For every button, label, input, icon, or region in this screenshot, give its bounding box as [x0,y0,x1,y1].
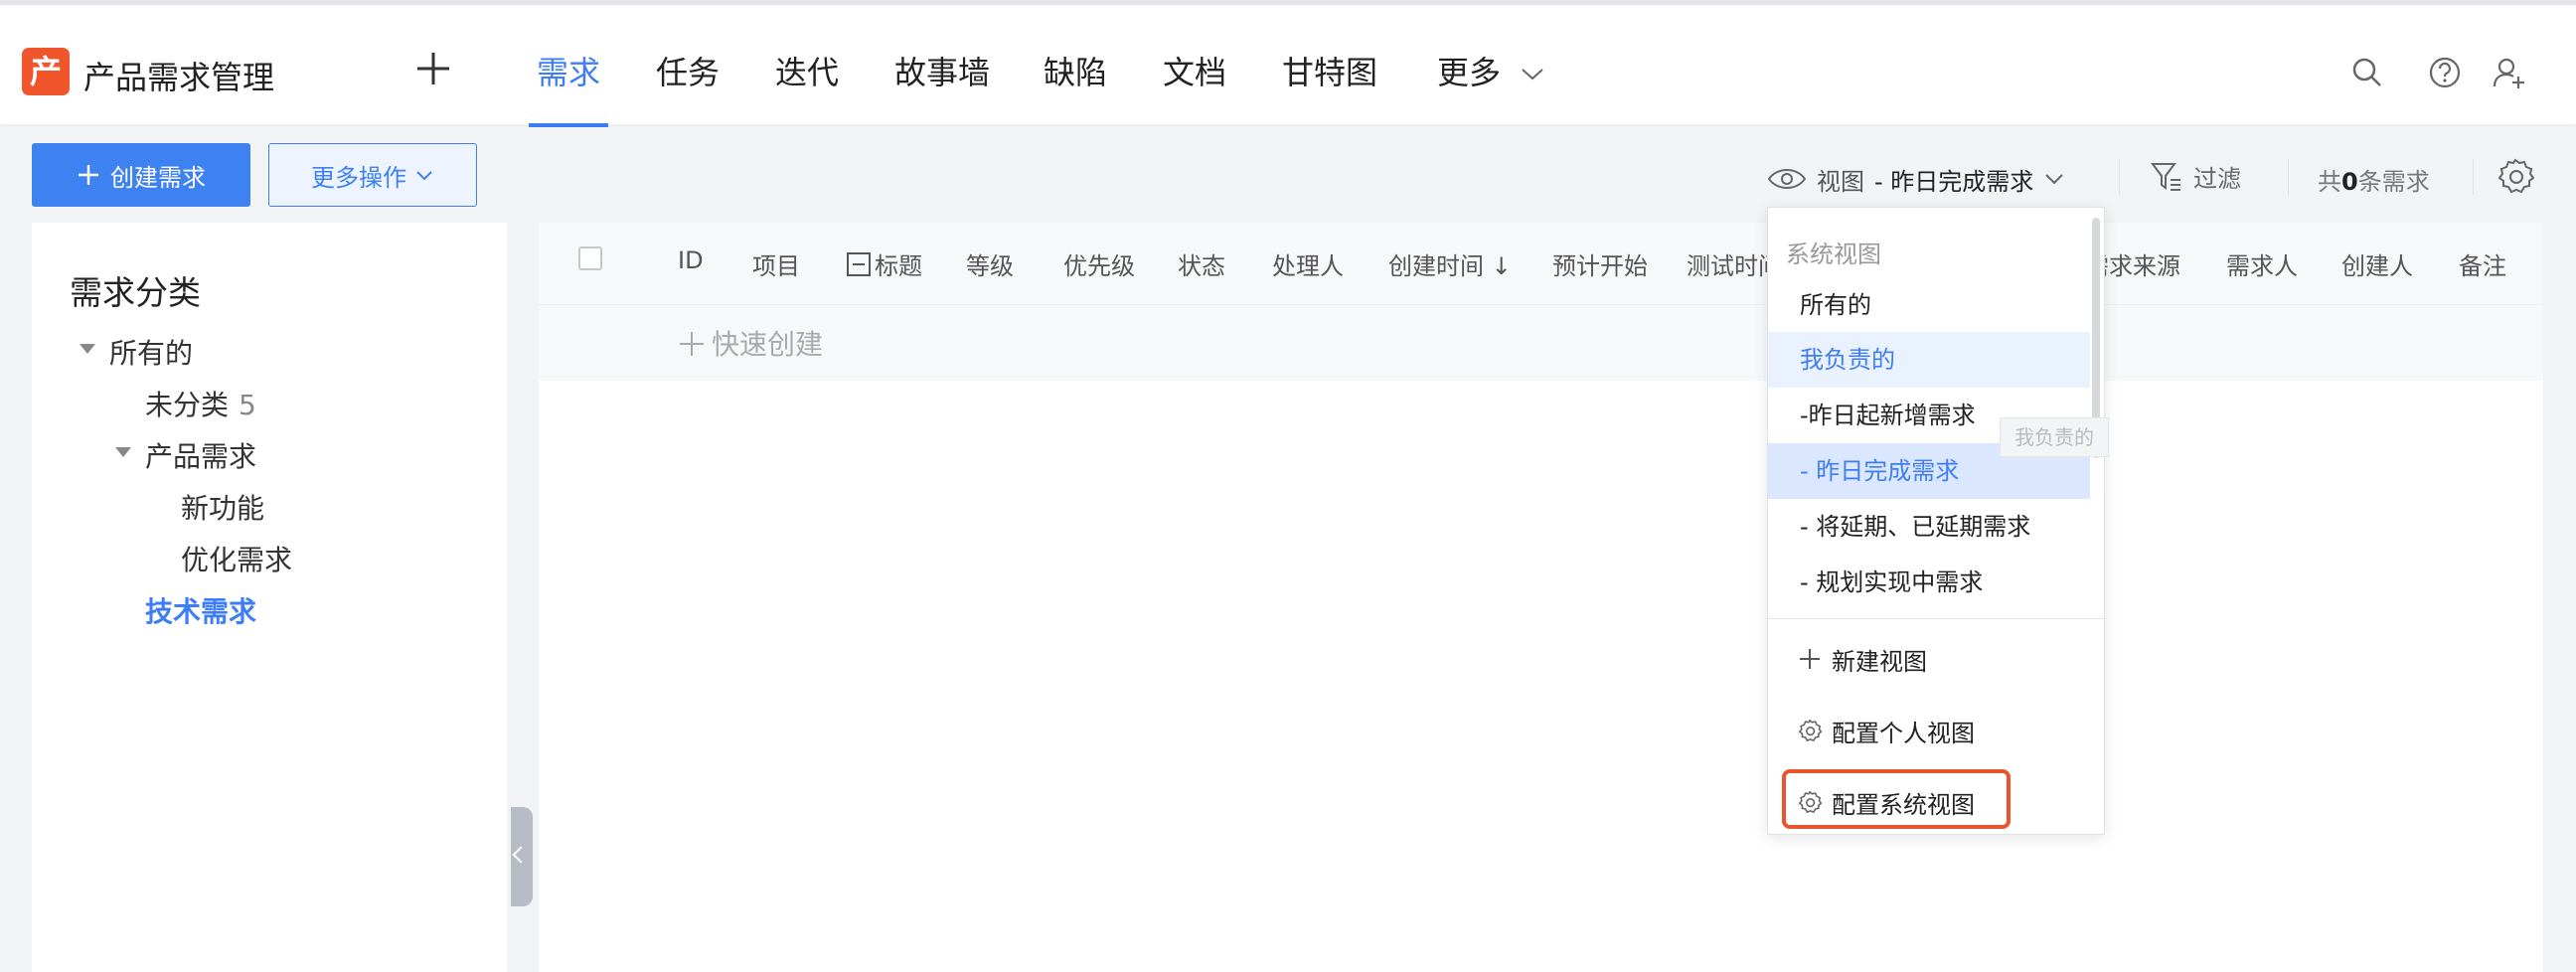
gear-icon[interactable] [2496,157,2534,195]
quick-create-button[interactable]: 快速创建 [678,323,823,363]
top-bar: 产 产品需求管理 需求 任务 迭代 故事墙 缺陷 文档 甘特图 更多 [0,5,2576,127]
col-priority[interactable]: 优先级 [1063,246,1135,281]
nav-tab-docs[interactable]: 文档 [1163,48,1226,93]
col-id[interactable]: ID [678,246,704,274]
help-icon[interactable] [2427,55,2463,90]
config-personal-view-label: 配置个人视图 [1832,719,1975,747]
plus-icon [1800,649,1820,669]
nav-more-label: 更多 [1437,54,1502,91]
view-option-all[interactable]: 所有的 [1768,277,2090,333]
more-actions-label: 更多操作 [311,163,406,192]
view-current-value: - 昨日完成需求 [1874,167,2034,196]
caret-down-icon[interactable] [115,447,131,457]
caret-down-icon[interactable] [80,344,95,354]
tree-item-product[interactable]: 产品需求 [145,435,256,475]
count-value: 0 [2341,168,2358,196]
nav-tab-requirements[interactable]: 需求 [537,48,600,93]
nav-tab-story-wall[interactable]: 故事墙 [894,48,990,93]
count-suffix: 条需求 [2357,168,2430,196]
new-view-button[interactable]: 新建视图 [1798,639,1927,679]
count-prefix: 共 [2318,168,2341,196]
filter-button[interactable]: 过滤 [2150,159,2241,194]
tree-item-count: 5 [239,389,256,421]
more-actions-button[interactable]: 更多操作 [268,143,477,207]
create-requirement-label: 创建需求 [110,163,206,192]
config-personal-view-button[interactable]: 配置个人视图 [1798,711,1975,750]
col-title[interactable]: 标题 [847,246,922,281]
category-sidebar: 需求分类 所有的 未分类 5 产品需求 新功能 优化需求 技术需求 [32,223,507,972]
view-option-tooltip: 我负责的 [2000,417,2109,457]
nav-tab-iterations[interactable]: 迭代 [775,48,839,93]
dropdown-group-label: 系统视图 [1786,241,1881,268]
col-project[interactable]: 项目 [752,246,800,281]
requirements-table: ID 项目 标题 等级 优先级 状态 处理人 创建时间 ↓ 预计开始 测试时间 … [539,223,2543,972]
chevron-down-icon [416,171,432,181]
select-all-checkbox[interactable] [578,246,602,270]
highlight-annotation [1782,769,2011,829]
nav-tab-more[interactable]: 更多 [1437,48,1546,93]
tree-item-all[interactable]: 所有的 [109,332,193,372]
nav-tab-gantt[interactable]: 甘特图 [1282,48,1377,93]
nav-tab-tasks[interactable]: 任务 [656,48,720,93]
col-title-label: 标题 [875,252,922,280]
sidebar-collapse-handle[interactable] [511,807,533,906]
tree-item-optimization[interactable]: 优化需求 [181,539,292,578]
quick-create-row[interactable]: 快速创建 [539,304,2543,381]
quick-create-label: 快速创建 [712,328,824,361]
tree-item-technical[interactable]: 技术需求 [145,590,256,630]
add-project-icon[interactable] [413,49,453,88]
gear-icon [1798,719,1822,742]
chevron-down-icon [1522,69,1543,81]
toolbar-divider [2473,159,2474,195]
collapse-icon[interactable] [847,252,871,276]
sidebar-title: 需求分类 [70,273,201,312]
filter-icon [2151,162,2180,191]
plus-icon [79,165,98,185]
nav-tab-defects[interactable]: 缺陷 [1044,48,1107,93]
requirement-count: 共0条需求 [2318,162,2430,197]
col-status[interactable]: 状态 [1178,246,1225,281]
toolbar-divider [2119,159,2120,195]
app-logo: 产 [22,48,70,95]
col-assignee[interactable]: 处理人 [1272,246,1344,281]
col-notes[interactable]: 备注 [2459,246,2506,281]
col-created-time[interactable]: 创建时间 ↓ [1388,246,1512,281]
tree-item-new-feature[interactable]: 新功能 [181,487,264,527]
filter-label: 过滤 [2193,165,2241,193]
new-view-label: 新建视图 [1832,647,1927,676]
eye-icon [1767,169,1807,189]
view-selector[interactable]: 视图 - 昨日完成需求 [1767,159,2065,199]
nav-active-indicator [529,123,608,127]
table-header: ID 项目 标题 等级 优先级 状态 处理人 创建时间 ↓ 预计开始 测试时间 … [539,223,2543,304]
toolbar-divider [2288,159,2289,195]
tree-item-label: 未分类 [145,389,230,421]
tree-item-uncategorized[interactable]: 未分类 5 [145,384,256,423]
app-title[interactable]: 产品需求管理 [83,53,274,98]
plus-icon [680,332,704,356]
col-level[interactable]: 等级 [966,246,1014,281]
col-creator[interactable]: 创建人 [2341,246,2413,281]
view-dropdown-menu: 系统视图 所有的 我负责的 -昨日起新增需求 - 昨日完成需求 - 将延期、已延… [1767,207,2105,835]
view-option-mine[interactable]: 我负责的 [1768,332,2090,388]
search-icon[interactable] [2349,55,2385,90]
create-requirement-button[interactable]: 创建需求 [32,143,250,207]
view-option-delayed[interactable]: - 将延期、已延期需求 [1768,499,2090,555]
view-option-in-progress[interactable]: - 规划实现中需求 [1768,555,2090,610]
col-planned-start[interactable]: 预计开始 [1552,246,1648,281]
dropdown-separator [1768,618,2104,619]
user-add-icon[interactable] [2491,55,2526,90]
col-requester[interactable]: 需求人 [2226,246,2298,281]
chevron-down-icon [2045,174,2064,185]
view-label: 视图 [1817,167,1864,196]
